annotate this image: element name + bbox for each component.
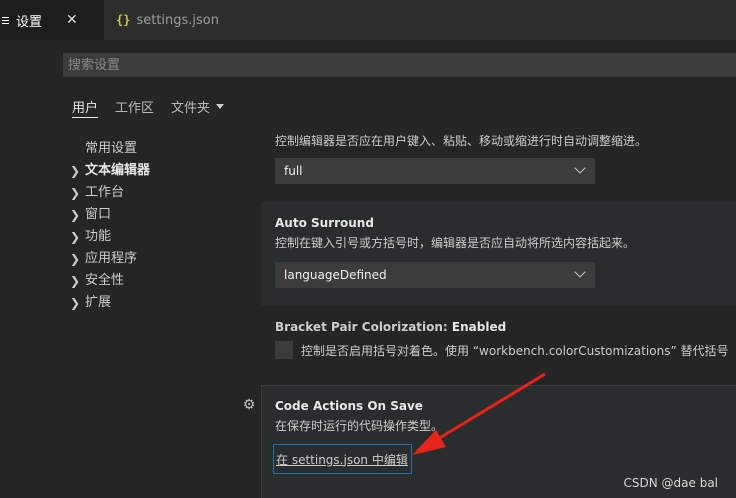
toc-item-label: 常用设置 — [85, 141, 138, 156]
toc-item-features[interactable]: ❯ 功能 — [70, 226, 250, 248]
toc-item-extensions[interactable]: ❯ 扩展 — [70, 292, 250, 314]
chevron-right-icon: ❯ — [70, 252, 81, 266]
setting-auto-surround: Auto Surround 控制在键入引号或方括号时，编辑器是否应自动将所选内容… — [261, 202, 736, 306]
tab-settings[interactable]: 设置 ✕ — [0, 0, 104, 40]
chevron-down-icon — [574, 266, 586, 278]
tab-user[interactable]: 用户 — [72, 97, 98, 116]
watermark: CSDN @dae bal — [623, 476, 719, 490]
setting-description: 控制编辑器是否应在用户键入、粘贴、移动或缩进行时自动调整缩进。 — [275, 134, 648, 148]
settings-editor: 用户 工作区 文件夹 常用设置 ❯ 文本编辑器 ❯ 工作台 ❯ 窗口 ❯ 功能 … — [0, 40, 736, 498]
toc-item-label: 窗口 — [85, 207, 112, 222]
setting-title: Auto Surround — [275, 216, 374, 230]
auto-indent-select[interactable]: full — [275, 158, 595, 184]
chevron-down-icon[interactable] — [216, 103, 225, 109]
scope-tabs: 用户 工作区 文件夹 — [72, 95, 225, 117]
json-braces-icon: {} — [116, 13, 131, 27]
edit-in-settings-json-label: 在 settings.json 中编辑 — [276, 452, 408, 467]
setting-description: 控制是否启用括号对着色。使用 “workbench.colorCustomiza… — [301, 344, 729, 358]
setting-name: Enabled — [451, 320, 507, 334]
chevron-right-icon: ❯ — [70, 230, 81, 244]
search-settings-input[interactable] — [63, 53, 736, 77]
hamburger-icon — [2, 15, 10, 26]
active-scope-indicator — [72, 117, 98, 118]
setting-description: 在保存时运行的代码操作类型。 — [275, 419, 444, 433]
toc-item-window[interactable]: ❯ 窗口 — [70, 204, 250, 226]
auto-surround-select[interactable]: languageDefined — [275, 262, 595, 288]
toc-item-label: 扩展 — [85, 295, 112, 310]
setting-title: Code Actions On Save — [275, 399, 423, 413]
toc-item-label: 安全性 — [85, 273, 125, 288]
setting-category: Bracket Pair Colorization: — [275, 320, 452, 334]
tab-settings-label: 设置 — [16, 14, 43, 30]
edit-in-settings-json-link[interactable]: 在 settings.json 中编辑 — [273, 444, 412, 474]
select-value: full — [284, 164, 303, 178]
toc-item-label: 工作台 — [85, 185, 125, 200]
toc-item-label: 文本编辑器 — [85, 163, 151, 178]
toc-item-text-editor[interactable]: ❯ 文本编辑器 — [70, 160, 250, 182]
toc-item-workbench[interactable]: ❯ 工作台 — [70, 182, 250, 204]
bracket-pair-checkbox[interactable] — [275, 341, 293, 359]
tab-workspace[interactable]: 工作区 — [115, 97, 154, 116]
toc-item-label: 功能 — [85, 229, 112, 244]
toc-item-application[interactable]: ❯ 应用程序 — [70, 248, 250, 270]
setting-description: 控制在键入引号或方括号时，编辑器是否应自动将所选内容括起来。 — [275, 236, 636, 250]
toc-item-label: 应用程序 — [85, 251, 138, 266]
chevron-right-icon: ❯ — [70, 208, 81, 222]
settings-toc: 常用设置 ❯ 文本编辑器 ❯ 工作台 ❯ 窗口 ❯ 功能 ❯ 应用程序 ❯ 安全… — [70, 138, 250, 314]
close-icon[interactable]: ✕ — [66, 12, 78, 28]
editor-tab-bar: 设置 ✕ {} settings.json — [0, 0, 736, 40]
select-value: languageDefined — [284, 268, 387, 282]
tab-settings-json-label: settings.json — [136, 12, 220, 28]
toc-item-security[interactable]: ❯ 安全性 — [70, 270, 250, 292]
tab-folder[interactable]: 文件夹 — [171, 97, 210, 116]
chevron-right-icon: ❯ — [70, 164, 81, 178]
gear-icon[interactable]: ⚙ — [241, 397, 257, 413]
tab-settings-json[interactable]: {} settings.json — [104, 0, 234, 40]
chevron-right-icon: ❯ — [70, 274, 81, 288]
toc-item-common[interactable]: 常用设置 — [70, 138, 250, 160]
setting-title: Bracket Pair Colorization: Enabled — [275, 320, 506, 334]
chevron-right-icon: ❯ — [70, 186, 81, 200]
setting-bracket-pair-colorization: Bracket Pair Colorization: Enabled 控制是否启… — [261, 316, 736, 376]
chevron-down-icon — [574, 162, 586, 174]
setting-auto-indent: 控制编辑器是否应在用户键入、粘贴、移动或缩进行时自动调整缩进。 full — [261, 132, 736, 192]
chevron-right-icon: ❯ — [70, 296, 81, 310]
